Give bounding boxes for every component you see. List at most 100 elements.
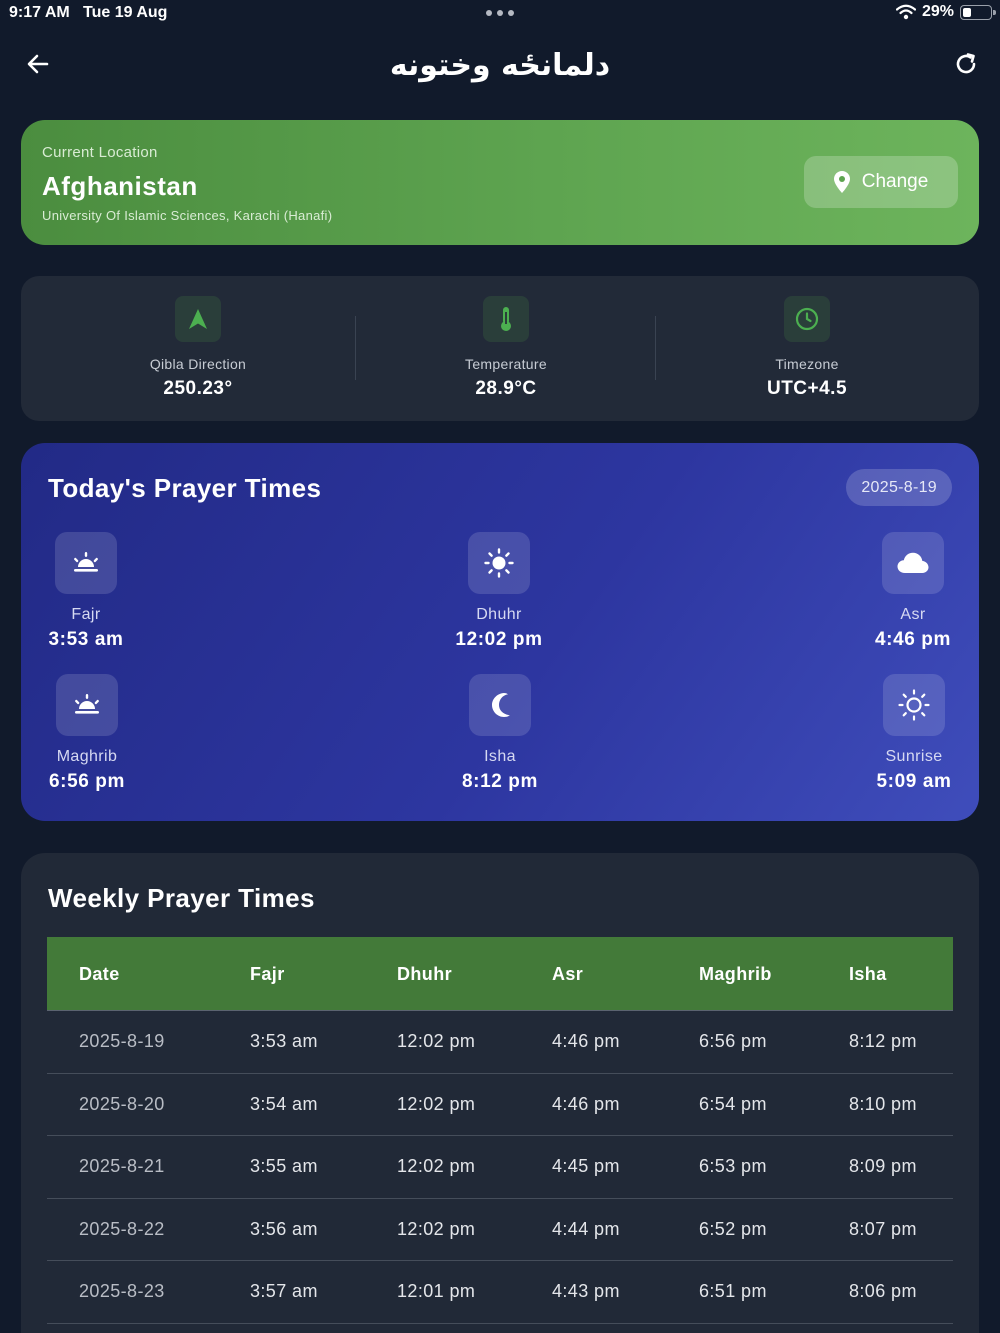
time-cell: 8:12 pm bbox=[849, 1031, 917, 1051]
time-cell: 6:54 pm bbox=[699, 1093, 767, 1114]
table-row: 2025-8-22 3:56 am 12:02 pm 4:44 pm 6:52 pm 8:… bbox=[47, 1199, 953, 1261]
date-cell: 2025-8-22 bbox=[79, 1218, 165, 1239]
multitasking-dots-icon[interactable] bbox=[486, 10, 514, 16]
today-date-badge: 2025-8-19 bbox=[846, 469, 952, 506]
location-name: Afghanistan bbox=[42, 171, 198, 201]
refresh-button[interactable] bbox=[950, 48, 982, 80]
weekly-title: Weekly Prayer Times bbox=[48, 883, 315, 913]
divider bbox=[355, 316, 356, 380]
prayer-sunrise: Sunrise 5:09 am bbox=[844, 674, 984, 793]
date-cell: 2025-8-21 bbox=[79, 1156, 165, 1176]
column-header: Fajr bbox=[250, 964, 285, 984]
time-cell: 6:53 pm bbox=[699, 1156, 767, 1176]
time-cell: 4:46 pm bbox=[552, 1031, 620, 1051]
time-cell: 3:53 am bbox=[250, 1031, 318, 1051]
time-cell: 12:02 pm bbox=[397, 1218, 476, 1239]
qibla-info: Qibla Direction 250.23° bbox=[78, 296, 318, 400]
date-cell: 2025-8-19 bbox=[79, 1031, 165, 1051]
prayer-maghrib: Maghrib 6:56 pm bbox=[17, 674, 157, 793]
page-title: دلمانځه وختونه bbox=[389, 48, 611, 83]
change-label: Change bbox=[861, 171, 929, 192]
timezone-value: UTC+4.5 bbox=[766, 378, 848, 399]
time-cell: 6:56 pm bbox=[699, 1031, 767, 1051]
time-cell: 4:45 pm bbox=[552, 1156, 620, 1176]
status-bar: 9:17 AM Tue 19 Aug 29% bbox=[0, 0, 1000, 28]
date-cell: 2025-8-23 bbox=[79, 1281, 165, 1301]
today-title: Today's Prayer Times bbox=[48, 473, 322, 503]
prayer-asr: Asr 4:46 pm bbox=[843, 532, 983, 651]
time-cell: 3:57 am bbox=[250, 1281, 318, 1301]
wifi-icon bbox=[895, 4, 916, 20]
sun-icon bbox=[484, 548, 514, 578]
table-row: 2025-8-21 3:55 am 12:02 pm 4:45 pm 6:53 pm 8:… bbox=[47, 1136, 953, 1199]
status-indicators: 29% bbox=[895, 3, 996, 21]
temperature-label: Temperature bbox=[465, 356, 547, 372]
prayer-time: 6:56 pm bbox=[48, 771, 125, 792]
navigation-arrow-icon bbox=[189, 309, 207, 329]
time-cell: 12:02 pm bbox=[397, 1031, 476, 1051]
weekly-prayer-card: Weekly Prayer Times Date Fajr Dhuhr Asr … bbox=[21, 853, 979, 1333]
thermometer-icon bbox=[501, 307, 511, 331]
prayer-name: Asr bbox=[900, 606, 926, 623]
prayer-name: Dhuhr bbox=[476, 606, 522, 623]
sun-outline-icon bbox=[898, 689, 930, 721]
info-card: Qibla Direction 250.23° Temperature 28.9… bbox=[21, 276, 979, 421]
qibla-value: 250.23° bbox=[163, 378, 233, 399]
prayer-time: 3:53 am bbox=[48, 629, 124, 650]
prayer-name: Sunrise bbox=[885, 748, 943, 765]
prayer-time: 12:02 pm bbox=[455, 629, 543, 650]
time-cell: 8:10 pm bbox=[849, 1093, 917, 1114]
battery-icon bbox=[960, 4, 996, 20]
cloud-icon bbox=[897, 552, 929, 573]
time-cell: 4:43 pm bbox=[552, 1281, 620, 1301]
status-date: Tue 19 Aug bbox=[83, 4, 168, 21]
time-cell: 12:02 pm bbox=[397, 1156, 476, 1176]
timezone-info: Timezone UTC+4.5 bbox=[687, 296, 927, 400]
timezone-label: Timezone bbox=[775, 356, 839, 372]
prayer-dhuhr: Dhuhr 12:02 pm bbox=[429, 532, 569, 651]
divider bbox=[655, 316, 656, 380]
moon-icon bbox=[492, 693, 510, 717]
prayer-name: Maghrib bbox=[56, 748, 118, 765]
qibla-label: Qibla Direction bbox=[149, 356, 247, 372]
column-header: Isha bbox=[849, 964, 887, 984]
time-cell: 3:55 am bbox=[250, 1156, 318, 1176]
prayer-name: Fajr bbox=[71, 606, 101, 623]
refresh-icon bbox=[956, 53, 976, 74]
time-cell: 8:07 pm bbox=[849, 1218, 917, 1239]
prayer-name: Isha bbox=[484, 748, 516, 765]
prayer-time: 5:09 am bbox=[876, 771, 952, 792]
prayer-time: 8:12 pm bbox=[461, 771, 538, 792]
prayer-isha: Isha 8:12 pm bbox=[430, 674, 570, 793]
time-cell: 8:06 pm bbox=[849, 1281, 917, 1301]
sunset-icon bbox=[75, 694, 99, 714]
date-cell: 2025-8-20 bbox=[79, 1093, 165, 1114]
app-header: دلمانځه وختونه bbox=[0, 38, 1000, 90]
calculation-method: University Of Islamic Sciences, Karachi … bbox=[42, 208, 333, 223]
column-header: Date bbox=[79, 964, 120, 984]
weekly-table: Date Fajr Dhuhr Asr Maghrib Isha 2025-8-… bbox=[47, 937, 953, 1324]
change-location-button[interactable]: Change bbox=[804, 156, 958, 208]
time-cell: 8:09 pm bbox=[849, 1156, 917, 1176]
temperature-info: Temperature 28.9°C bbox=[386, 296, 626, 400]
table-row: 2025-8-19 3:53 am 12:02 pm 4:46 pm 6:56 pm 8:… bbox=[47, 1011, 953, 1074]
temperature-value: 28.9°C bbox=[475, 378, 537, 399]
time-cell: 12:02 pm bbox=[397, 1093, 476, 1114]
table-header: Date Fajr Dhuhr Asr Maghrib Isha bbox=[47, 937, 953, 1011]
map-pin-icon bbox=[833, 171, 850, 193]
clock-icon bbox=[795, 307, 819, 331]
table-row: 2025-8-23 3:57 am 12:01 pm 4:43 pm 6:51 pm 8:… bbox=[47, 1261, 953, 1324]
time-cell: 3:54 am bbox=[250, 1093, 318, 1114]
table-row: 2025-8-20 3:54 am 12:02 pm 4:46 pm 6:54 pm 8:… bbox=[47, 1074, 953, 1136]
time-cell: 3:56 am bbox=[250, 1218, 318, 1239]
time-cell: 6:52 pm bbox=[699, 1218, 767, 1239]
status-time: 9:17 AM bbox=[9, 4, 70, 21]
time-cell: 12:01 pm bbox=[397, 1281, 476, 1301]
prayer-fajr: Fajr 3:53 am bbox=[16, 532, 156, 651]
time-cell: 4:44 pm bbox=[552, 1218, 620, 1239]
sunrise-icon bbox=[74, 552, 98, 572]
today-prayer-card: Today's Prayer Times 2025-8-19 Fajr 3:53… bbox=[21, 443, 979, 821]
location-card: Current Location Afghanistan University … bbox=[21, 120, 979, 245]
battery-percent: 29% bbox=[921, 3, 954, 20]
column-header: Dhuhr bbox=[397, 964, 452, 984]
